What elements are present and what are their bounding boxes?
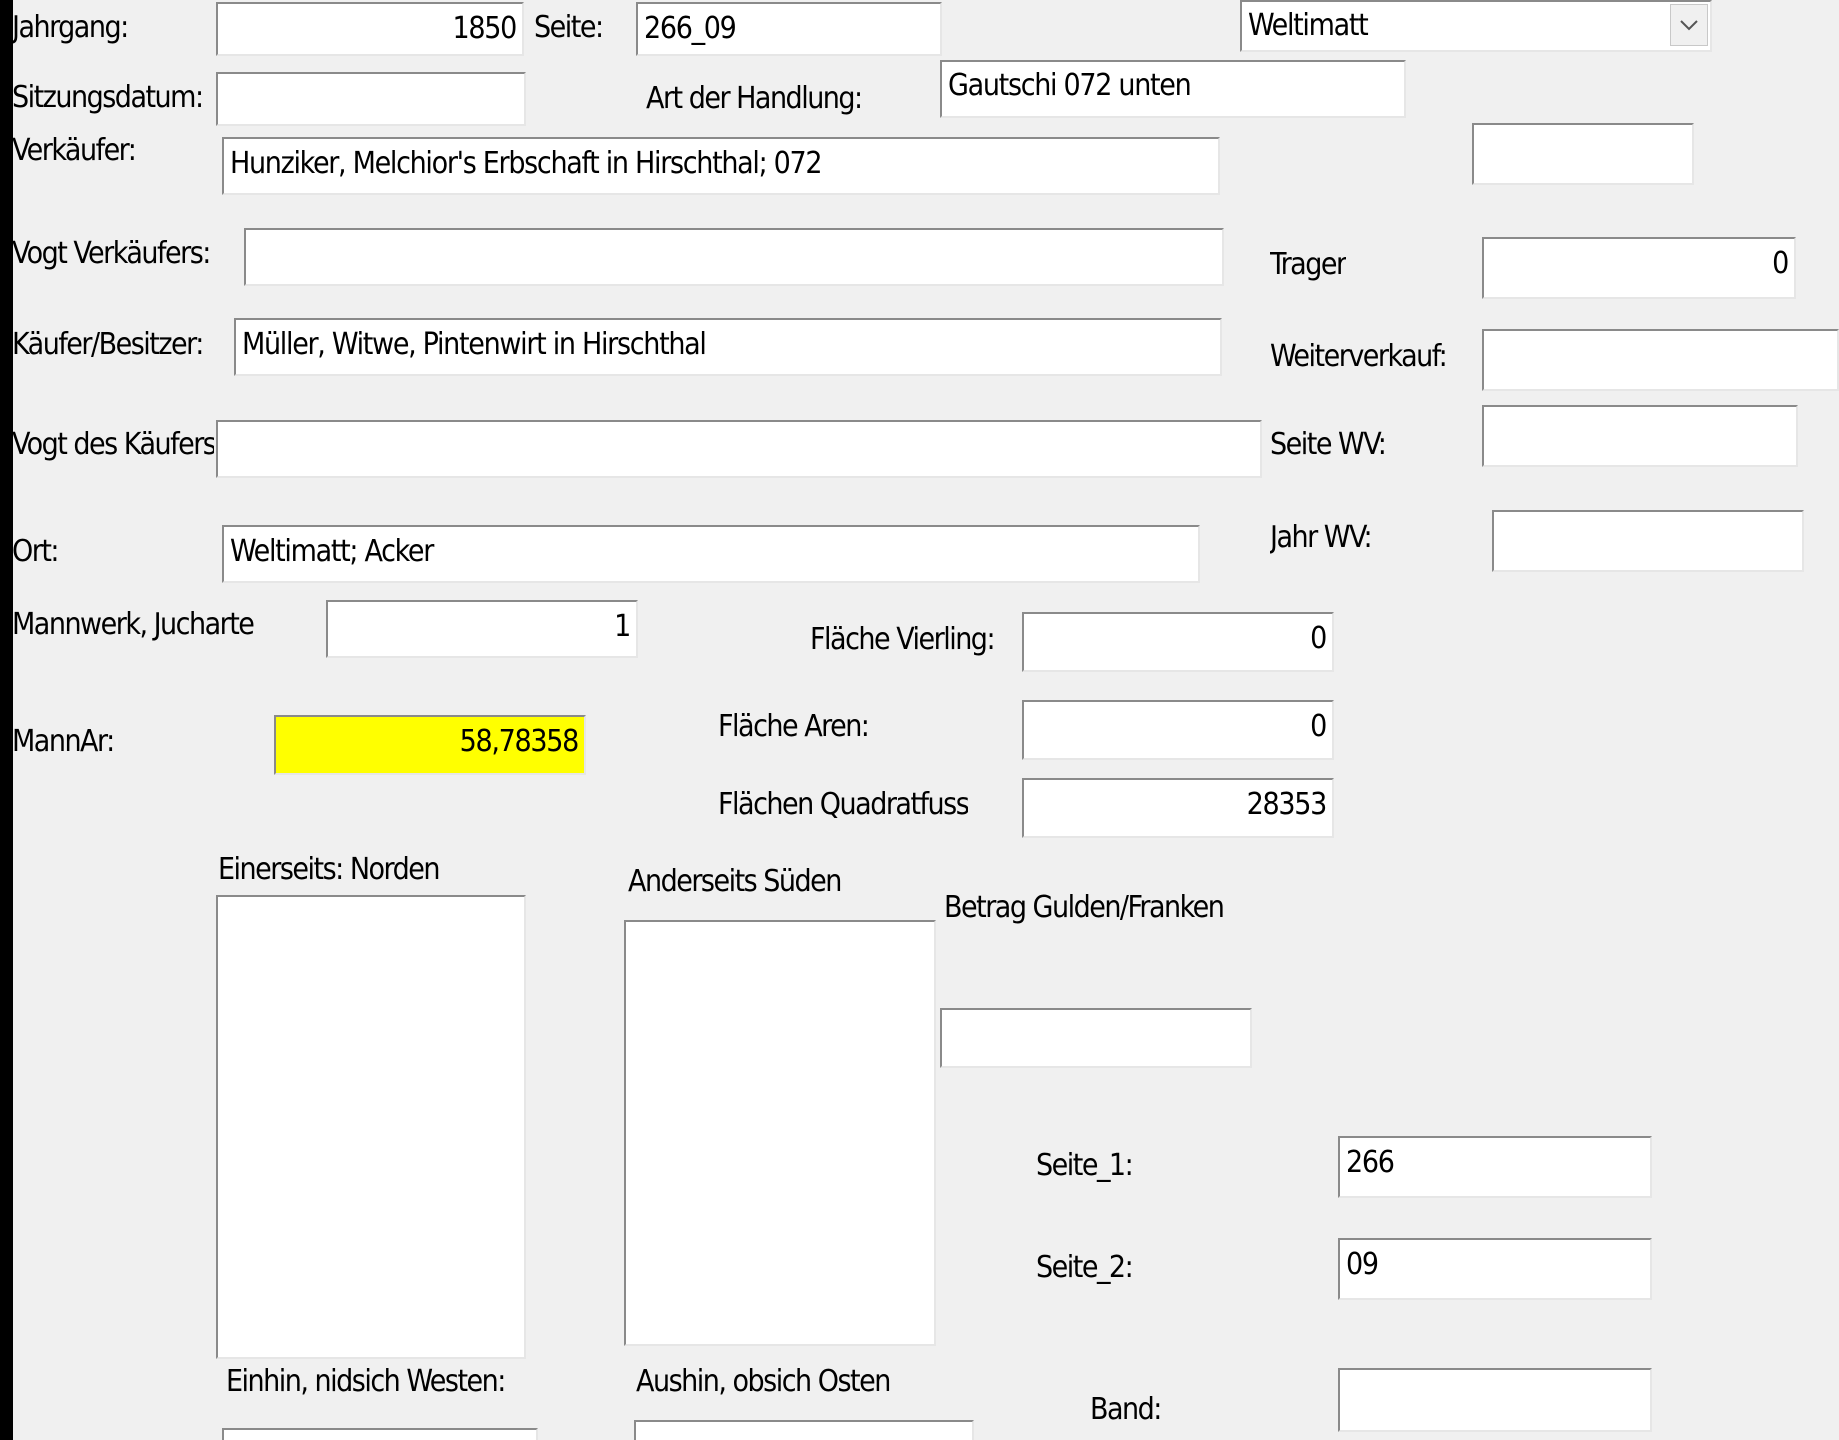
seite-2-field[interactable]: 09 bbox=[1338, 1238, 1652, 1300]
flaeche-vierling-label: Fläche Vierling: bbox=[810, 622, 995, 657]
flaechen-quadratfuss-field[interactable]: 28353 bbox=[1022, 778, 1334, 838]
trager-label: Trager bbox=[1270, 247, 1346, 282]
betrag-field[interactable] bbox=[940, 1008, 1252, 1068]
ort-combo-value: Weltimatt bbox=[1248, 8, 1369, 43]
seite-label: Seite: bbox=[534, 10, 603, 45]
betrag-label: Betrag Gulden/Franken bbox=[944, 890, 1224, 925]
band-field[interactable] bbox=[1338, 1368, 1652, 1432]
extra-field[interactable] bbox=[1472, 123, 1694, 185]
sitzungsdatum-field[interactable] bbox=[216, 72, 526, 126]
art-der-handlung-label: Art der Handlung: bbox=[646, 81, 862, 116]
einerseits-norden-label: Einerseits: Norden bbox=[218, 852, 439, 887]
aushin-osten-label: Aushin, obsich Osten bbox=[636, 1364, 890, 1399]
seite-1-label: Seite_1: bbox=[1036, 1148, 1133, 1183]
trager-field[interactable]: 0 bbox=[1482, 237, 1796, 299]
flaeche-aren-label: Fläche Aren: bbox=[718, 709, 869, 744]
jahr-wv-label: Jahr WV: bbox=[1270, 520, 1372, 555]
combo-dropdown-button[interactable] bbox=[1670, 4, 1708, 46]
band-label: Band: bbox=[1090, 1392, 1161, 1427]
mannar-label: MannAr: bbox=[12, 724, 114, 759]
seite-field[interactable]: 266_09 bbox=[636, 2, 942, 56]
art-der-handlung-field[interactable]: Gautschi 072 unten bbox=[940, 60, 1406, 118]
ort-combo-box[interactable]: Weltimatt bbox=[1240, 0, 1712, 52]
einerseits-norden-field[interactable] bbox=[216, 895, 526, 1359]
seite-2-label: Seite_2: bbox=[1036, 1250, 1133, 1285]
sitzungsdatum-label: Sitzungsdatum: bbox=[12, 80, 203, 115]
window-left-border bbox=[0, 0, 13, 1440]
mannwerk-jucharte-field[interactable]: 1 bbox=[326, 600, 638, 658]
mannar-field[interactable]: 58,78358 bbox=[274, 715, 586, 775]
aushin-osten-field[interactable] bbox=[634, 1420, 974, 1440]
seite-wv-field[interactable] bbox=[1482, 405, 1798, 467]
jahrgang-label: Jahrgang: bbox=[12, 10, 128, 45]
verkaeufer-label: Verkäufer: bbox=[12, 133, 136, 168]
seite-1-field[interactable]: 266 bbox=[1338, 1136, 1652, 1198]
vogt-des-kaeufers-field[interactable] bbox=[216, 420, 1262, 478]
flaeche-vierling-field[interactable]: 0 bbox=[1022, 612, 1334, 672]
ort-field[interactable]: Weltimatt; Acker bbox=[222, 525, 1200, 583]
kaeufer-besitzer-field[interactable]: Müller, Witwe, Pintenwirt in Hirschthal bbox=[234, 318, 1222, 376]
einhin-westen-field[interactable] bbox=[222, 1428, 538, 1440]
einhin-westen-label: Einhin, nidsich Westen: bbox=[226, 1364, 505, 1399]
jahr-wv-field[interactable] bbox=[1492, 510, 1804, 572]
anderseits-sueden-label: Anderseits Süden bbox=[628, 864, 841, 899]
vogt-des-kaeufers-label: Vogt des Käufers bbox=[12, 427, 214, 462]
kaeufer-besitzer-label: Käufer/Besitzer: bbox=[12, 327, 203, 362]
vogt-verkaeufers-label: Vogt Verkäufers: bbox=[12, 236, 211, 271]
verkaeufer-field[interactable]: Hunziker, Melchior's Erbschaft in Hirsch… bbox=[222, 137, 1220, 195]
vogt-verkaeufers-field[interactable] bbox=[244, 228, 1224, 286]
form-canvas: Jahrgang: 1850 Seite: 266_09 Weltimatt S… bbox=[0, 0, 1839, 1440]
anderseits-sueden-field[interactable] bbox=[624, 920, 936, 1346]
jahrgang-field[interactable]: 1850 bbox=[216, 2, 524, 56]
flaeche-aren-field[interactable]: 0 bbox=[1022, 700, 1334, 760]
chevron-down-icon bbox=[1680, 20, 1698, 31]
weiterverkauf-label: Weiterverkauf: bbox=[1270, 339, 1447, 374]
flaechen-quadratfuss-label: Flächen Quadratfuss bbox=[718, 787, 969, 822]
weiterverkauf-field[interactable] bbox=[1482, 329, 1839, 391]
ort-label: Ort: bbox=[12, 534, 59, 569]
seite-wv-label: Seite WV: bbox=[1270, 427, 1386, 462]
mannwerk-jucharte-label: Mannwerk, Jucharte bbox=[12, 607, 255, 642]
